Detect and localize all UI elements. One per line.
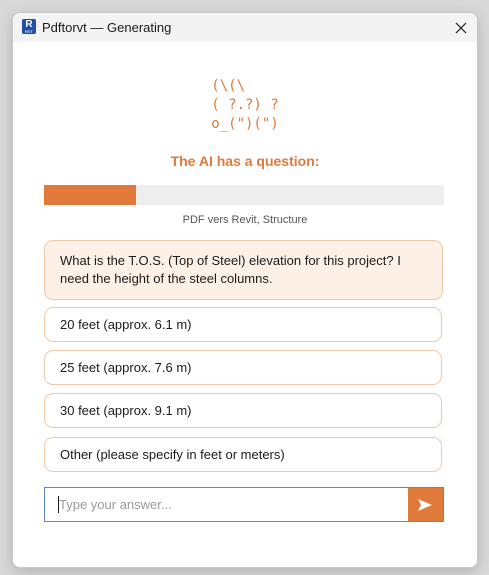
answer-row xyxy=(44,487,444,522)
answer-option-30ft[interactable]: 30 feet (approx. 9.1 m) xyxy=(44,393,442,428)
progress-bar-fill xyxy=(44,185,136,205)
mascot-ascii-text: (\(\ ( ?.?) ? o_(")(") xyxy=(211,78,279,132)
progress-bar xyxy=(44,185,444,205)
window-title: Pdftorvt — Generating xyxy=(42,20,172,35)
close-icon xyxy=(455,22,467,34)
close-button[interactable] xyxy=(449,17,473,39)
send-button[interactable] xyxy=(408,487,444,522)
answer-option-20ft[interactable]: 20 feet (approx. 6.1 m) xyxy=(44,307,442,342)
question-text: What is the T.O.S. (Top of Steel) elevat… xyxy=(44,240,443,300)
question-heading: The AI has a question: xyxy=(170,153,320,169)
answer-input[interactable] xyxy=(44,487,408,522)
text-caret xyxy=(58,496,59,513)
generating-dialog: R RVT Pdftorvt — Generating (\(\ ( ?.?) … xyxy=(12,12,478,568)
app-icon-sub: RVT xyxy=(25,29,33,34)
revit-app-icon: R RVT xyxy=(22,19,36,34)
progress-label: PDF vers Revit, Structure xyxy=(182,214,308,226)
mascot-ascii-art: (\(\ ( ?.?) ? o_(")(") xyxy=(13,77,477,134)
answer-option-25ft[interactable]: 25 feet (approx. 7.6 m) xyxy=(44,350,442,385)
answer-option-other[interactable]: Other (please specify in feet or meters) xyxy=(44,437,442,472)
send-arrow-icon xyxy=(418,499,432,511)
title-bar[interactable]: R RVT Pdftorvt — Generating xyxy=(13,13,477,42)
